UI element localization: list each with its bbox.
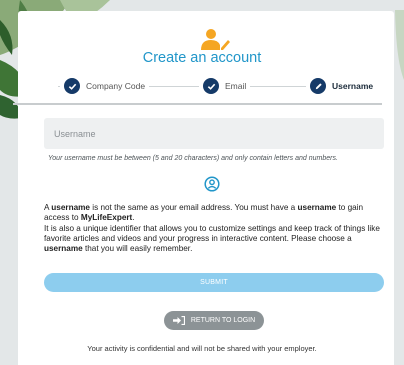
step-label: Username [332, 81, 374, 91]
step-email: Email [199, 76, 251, 96]
return-label: RETURN TO LOGIN [190, 317, 256, 324]
check-icon [203, 78, 219, 94]
return-to-login-button[interactable]: RETURN TO LOGIN [164, 311, 264, 330]
sign-in-icon [172, 316, 185, 325]
check-icon [64, 78, 80, 94]
divider [13, 103, 382, 105]
progress-stepper: Company Code Email Username [18, 76, 388, 96]
page-title: Create an account [142, 50, 262, 66]
step-label: Company Code [86, 81, 146, 91]
submit-button[interactable]: SUBMIT [44, 273, 384, 292]
confidentiality-note: Your activity is confidential and will n… [87, 344, 317, 353]
step-username: Username [306, 76, 378, 96]
username-hint: Your username must be between (5 and 20 … [48, 155, 338, 162]
step-label: Email [225, 81, 247, 91]
user-circle-icon [204, 176, 220, 192]
username-info: A username is not the same as your email… [44, 203, 380, 254]
username-input[interactable] [44, 118, 384, 149]
user-edit-icon [201, 29, 230, 50]
pencil-icon [310, 78, 326, 94]
step-company-code: Company Code [60, 76, 150, 96]
